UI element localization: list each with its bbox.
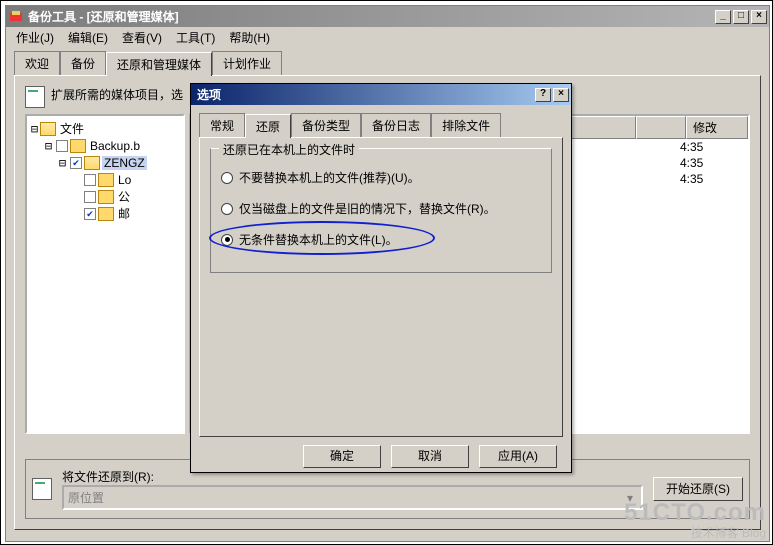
col-size[interactable]	[636, 116, 686, 139]
radio-icon[interactable]	[221, 203, 233, 215]
restore-icon	[32, 478, 52, 500]
instruction-icon	[25, 86, 45, 108]
help-button[interactable]: ?	[535, 88, 551, 102]
highlight-ellipse	[209, 221, 435, 255]
tree-item-mail[interactable]: 邮	[29, 205, 181, 222]
main-titlebar[interactable]: 备份工具 - [还原和管理媒体] _ □ ×	[6, 6, 769, 27]
ok-button[interactable]: 确定	[303, 445, 381, 468]
dlg-tab-backup-log[interactable]: 备份日志	[361, 113, 431, 137]
menu-job[interactable]: 作业(J)	[10, 27, 60, 48]
restore-to-value: 原位置	[68, 489, 104, 506]
tree-item-lo[interactable]: Lo	[29, 171, 181, 188]
dialog-buttons: 确定 取消 应用(A)	[191, 445, 571, 478]
minimize-button[interactable]: _	[715, 10, 731, 24]
apply-button[interactable]: 应用(A)	[479, 445, 557, 468]
dialog-panel: 还原已在本机上的文件时 不要替换本机上的文件(推荐)(U)。 仅当磁盘上的文件是…	[199, 137, 563, 437]
app-icon	[8, 9, 24, 25]
tree-item-gong[interactable]: 公	[29, 188, 181, 205]
checkbox[interactable]	[70, 157, 82, 169]
restore-groupbox: 还原已在本机上的文件时 不要替换本机上的文件(推荐)(U)。 仅当磁盘上的文件是…	[210, 148, 552, 273]
instruction-text: 扩展所需的媒体项目，选	[51, 86, 183, 103]
menu-edit[interactable]: 编辑(E)	[62, 27, 114, 48]
tree-pane[interactable]: ⊟ 文件 ⊟ Backup.b ⊟ ZENGZ	[25, 114, 185, 434]
col-modified[interactable]: 修改	[686, 116, 748, 139]
tab-backup[interactable]: 备份	[60, 51, 106, 75]
checkbox[interactable]	[56, 140, 68, 152]
main-tab-strip: 欢迎 备份 还原和管理媒体 计划作业	[6, 47, 769, 75]
radio-replace-if-older[interactable]: 仅当磁盘上的文件是旧的情况下，替换文件(R)。	[221, 200, 541, 217]
restore-to-combo[interactable]: 原位置 ▾	[62, 485, 643, 510]
main-title: 备份工具 - [还原和管理媒体]	[28, 8, 715, 25]
tab-schedule[interactable]: 计划作业	[212, 51, 282, 75]
folder-open-icon	[84, 156, 100, 170]
dialog-title: 选项	[193, 86, 535, 103]
tree-item-backup[interactable]: ⊟ Backup.b	[29, 137, 181, 154]
menubar: 作业(J) 编辑(E) 查看(V) 工具(T) 帮助(H)	[6, 27, 769, 47]
menu-help[interactable]: 帮助(H)	[223, 27, 276, 48]
options-dialog: 选项 ? × 常规 还原 备份类型 备份日志 排除文件 还原已在本机上的文件时 …	[190, 83, 572, 473]
checkbox[interactable]	[84, 191, 96, 203]
tree-item-zengz[interactable]: ⊟ ZENGZ	[29, 154, 181, 171]
group-title: 还原已在本机上的文件时	[219, 141, 359, 158]
folder-icon	[98, 190, 114, 204]
dlg-tab-restore[interactable]: 还原	[245, 114, 291, 138]
checkbox[interactable]	[84, 208, 96, 220]
radio-replace-if-older-label: 仅当磁盘上的文件是旧的情况下，替换文件(R)。	[239, 200, 496, 217]
cancel-button[interactable]: 取消	[391, 445, 469, 468]
dialog-close-button[interactable]: ×	[553, 88, 569, 102]
menu-tools[interactable]: 工具(T)	[170, 27, 221, 48]
tab-restore[interactable]: 还原和管理媒体	[106, 52, 212, 76]
dlg-tab-backup-type[interactable]: 备份类型	[291, 113, 361, 137]
dlg-tab-exclude[interactable]: 排除文件	[431, 113, 501, 137]
start-restore-button[interactable]: 开始还原(S)	[653, 477, 743, 501]
chevron-down-icon: ▾	[623, 491, 637, 505]
dialog-tab-strip: 常规 还原 备份类型 备份日志 排除文件	[191, 105, 571, 137]
radio-icon[interactable]	[221, 172, 233, 184]
radio-always-replace[interactable]: 无条件替换本机上的文件(L)。	[221, 231, 541, 248]
maximize-button[interactable]: □	[733, 10, 749, 24]
menu-view[interactable]: 查看(V)	[116, 27, 168, 48]
folder-icon	[70, 139, 86, 153]
dlg-tab-general[interactable]: 常规	[199, 113, 245, 137]
folder-open-icon	[40, 122, 56, 136]
tab-welcome[interactable]: 欢迎	[14, 51, 60, 75]
checkbox[interactable]	[84, 174, 96, 186]
dialog-titlebar[interactable]: 选项 ? ×	[191, 84, 571, 105]
close-button[interactable]: ×	[751, 10, 767, 24]
tree-root[interactable]: ⊟ 文件	[29, 120, 181, 137]
radio-no-replace-label: 不要替换本机上的文件(推荐)(U)。	[239, 169, 420, 186]
radio-no-replace[interactable]: 不要替换本机上的文件(推荐)(U)。	[221, 169, 541, 186]
folder-icon	[98, 207, 114, 221]
folder-icon	[98, 173, 114, 187]
